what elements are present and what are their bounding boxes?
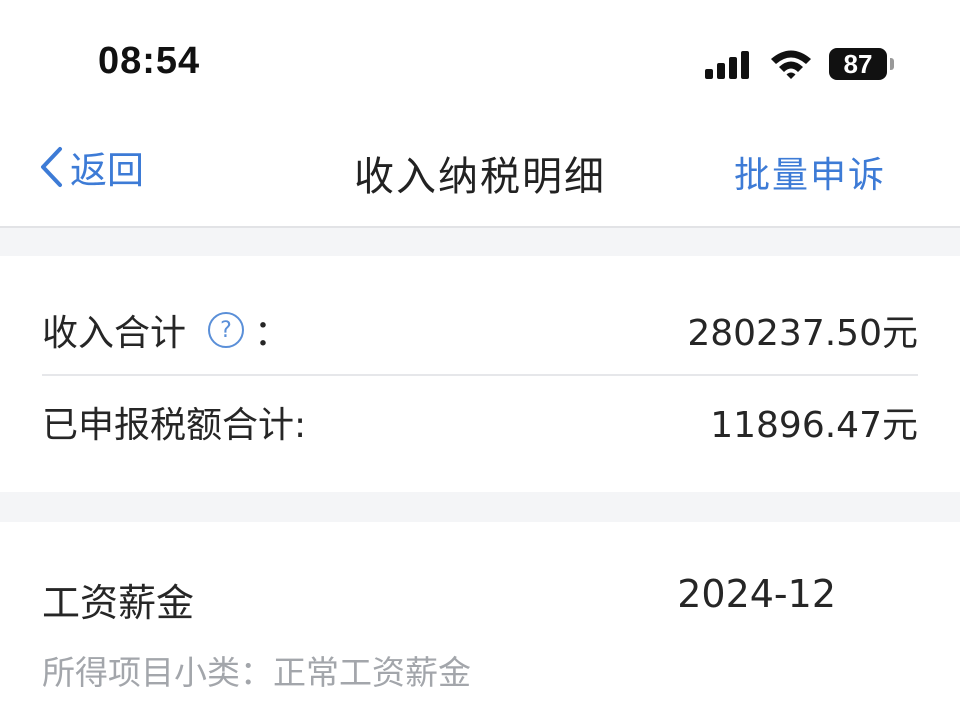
- income-total-colon: ：: [254, 313, 291, 354]
- tax-total-row: 已申报税额合计: 11896.47元: [42, 392, 918, 452]
- income-total-row: 收入合计 ? ： 280237.50元: [42, 300, 918, 360]
- wifi-icon: [771, 50, 811, 79]
- income-total-label-group: 收入合计 ? ：: [42, 304, 290, 356]
- income-total-label: 收入合计: [42, 313, 187, 354]
- divider: [42, 374, 918, 376]
- tax-total-label: 已申报税额合计:: [42, 405, 307, 446]
- summary-card: 收入合计 ? ： 280237.50元 已申报税额合计: 11896.47元: [0, 256, 960, 492]
- income-total-value: 280237.50元: [687, 313, 918, 354]
- record-type: 工资薪金: [42, 581, 195, 625]
- income-record-item[interactable]: 工资薪金 2024-12 所得项目小类：正常工资薪金: [0, 522, 960, 704]
- nav-bar: 返回 收入纳税明细 批量申诉: [0, 110, 960, 228]
- help-icon[interactable]: ?: [208, 312, 245, 348]
- signal-icon: [705, 49, 749, 79]
- tax-total-value: 11896.47元: [710, 405, 918, 446]
- status-time: 08:54: [98, 40, 201, 82]
- battery-icon: 87: [829, 48, 887, 80]
- status-icons: 87: [705, 46, 894, 82]
- record-period: 2024-12: [677, 572, 836, 616]
- batch-appeal-button[interactable]: 批量申诉: [734, 146, 886, 198]
- battery-level: 87: [843, 48, 873, 79]
- record-subtype: 所得项目小类：正常工资薪金: [42, 653, 471, 692]
- status-bar: 08:54 87: [0, 0, 960, 110]
- battery-cap: [890, 58, 894, 70]
